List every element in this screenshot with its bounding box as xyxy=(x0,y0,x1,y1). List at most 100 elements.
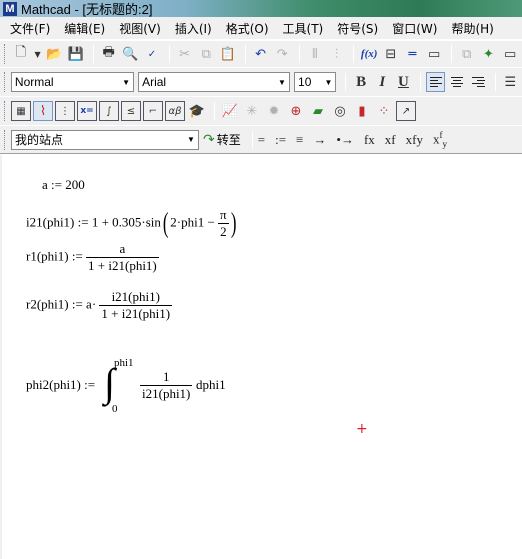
component-icon[interactable]: ⧉ xyxy=(457,44,477,64)
menu-tools[interactable]: 工具(T) xyxy=(283,20,324,37)
separator xyxy=(345,73,347,91)
worksheet-margin xyxy=(0,155,2,559)
left-paren: ( xyxy=(162,207,169,239)
r2-definition[interactable]: r2(phi1) := a· i21(phi1) 1 + i21(phi1) xyxy=(26,289,173,322)
scatter-3d-icon[interactable]: ◎ xyxy=(330,101,350,121)
cut-icon[interactable]: ✂ xyxy=(175,44,195,64)
font-select[interactable]: Arial ▼ xyxy=(138,72,291,92)
chevron-down-icon: ▼ xyxy=(187,135,195,144)
menu-format[interactable]: 格式(O) xyxy=(226,20,269,37)
greek-icon[interactable]: αβ xyxy=(165,101,185,121)
bar-chart-icon[interactable]: ▮ xyxy=(352,101,372,121)
open-folder-icon[interactable]: 📂 xyxy=(44,44,64,64)
definition-button[interactable]: := xyxy=(275,132,286,148)
i21-definition[interactable]: i21(phi1) := 1 + 0.305·sin(2·phi1 − π 2) xyxy=(26,207,238,240)
separator xyxy=(214,102,215,120)
dropdown-arrow-icon[interactable]: ▼ xyxy=(33,44,43,64)
style-select[interactable]: Normal ▼ xyxy=(10,72,135,92)
goto-button[interactable]: ↷ 转至 xyxy=(203,131,241,148)
chevron-down-icon: ▼ xyxy=(122,77,131,87)
r2-fraction: i21(phi1) 1 + i21(phi1) xyxy=(99,289,173,321)
surface-plot-icon[interactable]: ✹ xyxy=(264,101,284,121)
italic-button[interactable]: I xyxy=(373,72,392,92)
navigation-toolbar: 我的站点 ▼ ↷ 转至 = := ≡ → •→ fx xf xfy xfy xyxy=(0,126,522,154)
treefix-button[interactable]: xfy xyxy=(433,130,447,149)
save-icon[interactable]: 💾 xyxy=(66,44,86,64)
standard-toolbar: 🗋 ▼ 📂 💾 🖶 🔍 ✓ ✂ ⧉ 📋 ↶ ↷ ⫴ ⫶ f(x) ⊟ ═ ▭ ⧉… xyxy=(0,40,522,67)
resource-center-icon[interactable]: ✦ xyxy=(479,44,499,64)
underline-button[interactable]: U xyxy=(394,72,413,92)
align-center-button[interactable] xyxy=(447,72,466,92)
r1-lhs: r1(phi1) := xyxy=(26,248,83,264)
align-down-icon[interactable]: ⫶ xyxy=(327,44,347,64)
redo-icon[interactable]: ↷ xyxy=(272,44,292,64)
font-size-select[interactable]: 10 ▼ xyxy=(294,72,337,92)
differential: dphi1 xyxy=(196,377,226,392)
toolbar-grip[interactable] xyxy=(4,101,7,121)
a-definition[interactable]: a := 200 xyxy=(42,177,85,193)
crosshair-cursor-icon: + xyxy=(356,421,368,437)
eval-equals-button[interactable]: = xyxy=(258,132,265,148)
bold-button[interactable]: B xyxy=(351,72,370,92)
keyword-eval-button[interactable]: •→ xyxy=(336,132,354,148)
print-icon[interactable]: 🖶 xyxy=(99,44,119,64)
bullet-list-icon[interactable]: ☰ xyxy=(501,72,520,92)
toolbar-grip[interactable] xyxy=(4,44,7,64)
evaluation-icon[interactable]: x= xyxy=(77,101,97,121)
copy-icon[interactable]: ⧉ xyxy=(196,44,216,64)
integral-lower-limit: 0 xyxy=(112,403,118,415)
calculate-icon[interactable]: ═ xyxy=(403,44,423,64)
spell-check-icon[interactable]: ✓ xyxy=(142,44,162,64)
goto-label: 转至 xyxy=(216,133,241,147)
align-across-icon[interactable]: ⫴ xyxy=(305,44,325,64)
region-icon[interactable]: ▭ xyxy=(424,44,444,64)
menu-view[interactable]: 视图(V) xyxy=(119,20,161,37)
menu-symbolics[interactable]: 符号(S) xyxy=(337,20,378,37)
contour-plot-icon[interactable]: ⊕ xyxy=(286,101,306,121)
menu-file[interactable]: 文件(F) xyxy=(10,20,50,37)
insert-function-icon[interactable]: f(x) xyxy=(359,44,379,64)
i21-inner: 2·phi1 − xyxy=(170,214,215,230)
matrix-icon[interactable]: ⋮ xyxy=(55,101,75,121)
graph-icon[interactable]: ⌇ xyxy=(33,101,53,121)
programming-icon[interactable]: ⌐ xyxy=(143,101,163,121)
separator xyxy=(299,45,301,63)
boolean-icon[interactable]: ≤ xyxy=(121,101,141,121)
undo-icon[interactable]: ↶ xyxy=(251,44,271,64)
prefix-button[interactable]: fx xyxy=(364,132,375,148)
worksheet[interactable]: a := 200 i21(phi1) := 1 + 0.305·sin(2·ph… xyxy=(0,155,522,559)
infix-button[interactable]: xfy xyxy=(406,132,423,148)
calculus-icon[interactable]: ∫ xyxy=(99,101,119,121)
separator xyxy=(353,45,355,63)
postfix-button[interactable]: xf xyxy=(385,132,396,148)
new-document-icon[interactable]: 🗋 xyxy=(11,44,31,64)
menu-window[interactable]: 窗口(W) xyxy=(392,20,437,37)
location-select[interactable]: 我的站点 ▼ xyxy=(11,129,199,150)
insert-unit-icon[interactable]: ⊟ xyxy=(381,44,401,64)
global-definition-button[interactable]: ≡ xyxy=(296,132,303,148)
polar-plot-icon[interactable]: ✳ xyxy=(242,101,262,121)
xy-plot-icon[interactable]: 📈 xyxy=(220,101,240,121)
help-window-icon[interactable]: ▭ xyxy=(500,44,520,64)
scatter-icon[interactable]: ⁘ xyxy=(374,101,394,121)
vector-field-icon[interactable]: ↗ xyxy=(396,101,416,121)
mathcad-logo-icon: M xyxy=(3,1,17,16)
phi2-lhs: phi2(phi1) := xyxy=(26,377,96,392)
symbolic-icon[interactable]: 🎓 xyxy=(187,101,207,121)
3d-bar-icon[interactable]: ▰ xyxy=(308,101,328,121)
r1-definition[interactable]: r1(phi1) := a1 + i21(phi1) xyxy=(26,241,159,274)
toolbar-grip[interactable] xyxy=(4,129,7,150)
calculator-icon[interactable]: ▦ xyxy=(11,101,31,121)
toolbar-grip[interactable] xyxy=(4,72,7,92)
paste-icon[interactable]: 📋 xyxy=(218,44,238,64)
title-bar: M Mathcad - [无标题的:2] xyxy=(0,0,522,17)
symbolic-eval-button[interactable]: → xyxy=(313,132,326,148)
print-preview-icon[interactable]: 🔍 xyxy=(120,44,140,64)
pi-over-2-fraction: π2 xyxy=(218,207,229,239)
menu-help[interactable]: 帮助(H) xyxy=(451,20,493,37)
align-left-button[interactable] xyxy=(426,72,446,92)
align-right-button[interactable] xyxy=(469,72,488,92)
menu-insert[interactable]: 插入(I) xyxy=(175,20,212,37)
menu-edit[interactable]: 编辑(E) xyxy=(64,20,105,37)
window-title: Mathcad - [无标题的:2] xyxy=(21,2,153,17)
